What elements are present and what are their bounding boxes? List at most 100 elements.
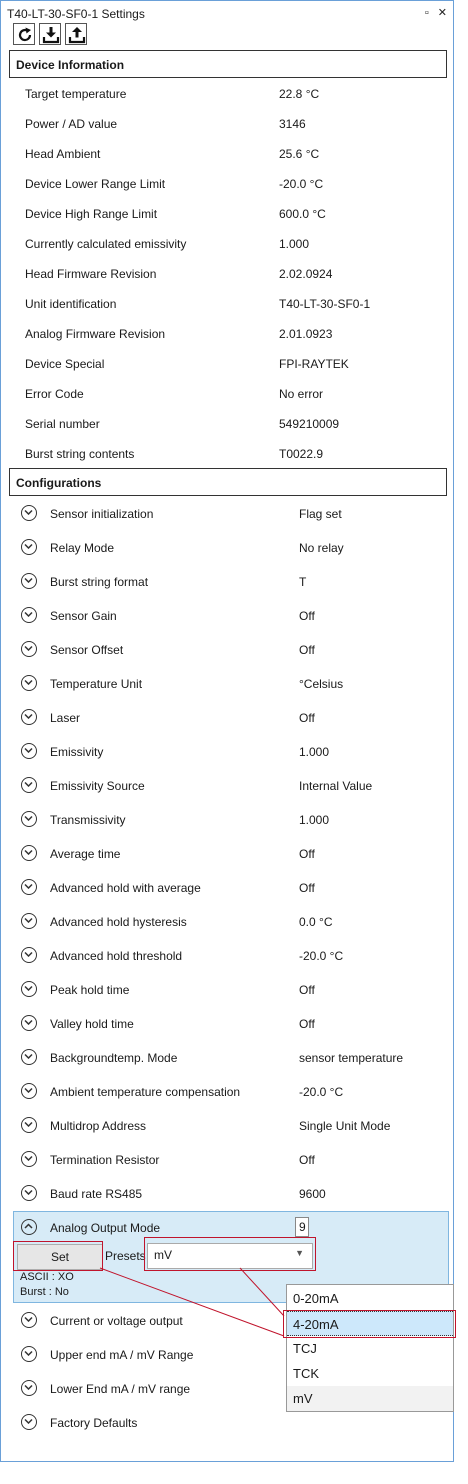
info-value: 3146 xyxy=(279,117,306,131)
download-icon xyxy=(42,27,60,44)
info-label: Head Firmware Revision xyxy=(25,267,157,281)
chevron-down-icon[interactable] xyxy=(21,777,37,793)
config-label: Ambient temperature compensation xyxy=(50,1085,241,1099)
config-label: Temperature Unit xyxy=(50,677,143,691)
config-row-factory-defaults[interactable]: Factory Defaults xyxy=(1,1414,451,1450)
chevron-down-icon[interactable] xyxy=(21,1015,37,1031)
dropdown-option-tck[interactable]: TCK xyxy=(287,1361,453,1386)
config-row-sensor-initialization[interactable]: Sensor initialization Flag set xyxy=(1,505,451,541)
config-row-emissivity[interactable]: Emissivity 1.000 xyxy=(1,743,451,779)
chevron-down-icon[interactable] xyxy=(21,1083,37,1099)
config-label: Current or voltage output xyxy=(50,1314,183,1328)
chevron-down-icon[interactable] xyxy=(21,1117,37,1133)
config-row-average-time[interactable]: Average time Off xyxy=(1,845,451,881)
chevron-down-icon[interactable] xyxy=(21,743,37,759)
chevron-down-icon[interactable] xyxy=(21,845,37,861)
config-row-valley-hold-time[interactable]: Valley hold time Off xyxy=(1,1015,451,1051)
config-row-transmissivity[interactable]: Transmissivity 1.000 xyxy=(1,811,451,847)
config-row-emissivity-source[interactable]: Emissivity Source Internal Value xyxy=(1,777,451,813)
config-value: 1.000 xyxy=(299,745,330,759)
chevron-down-icon[interactable] xyxy=(21,1151,37,1167)
config-row-advanced-hold-hysteresis[interactable]: Advanced hold hysteresis 0.0 °C xyxy=(1,913,451,949)
info-value: 22.8 °C xyxy=(279,87,320,101)
config-value: °Celsius xyxy=(299,677,344,691)
chevron-down-icon[interactable] xyxy=(21,1380,37,1396)
config-row-sensor-gain[interactable]: Sensor Gain Off xyxy=(1,607,451,643)
config-row-ambient-temperature-compensation[interactable]: Ambient temperature compensation -20.0 °C xyxy=(1,1083,451,1119)
config-label: Sensor initialization xyxy=(50,507,154,521)
config-row-termination-resistor[interactable]: Termination Resistor Off xyxy=(1,1151,451,1187)
config-value: -20.0 °C xyxy=(299,1085,344,1099)
config-value: 9600 xyxy=(299,1187,326,1201)
chevron-down-icon[interactable] xyxy=(21,641,37,657)
chevron-down-icon[interactable] xyxy=(21,709,37,725)
info-row-currently-calculated-emissivity: Currently calculated emissivity 1.000 xyxy=(1,237,451,267)
upload-icon xyxy=(68,27,86,44)
info-label: Head Ambient xyxy=(25,147,101,161)
chevron-down-icon[interactable] xyxy=(21,505,37,521)
download-button[interactable] xyxy=(39,23,61,45)
chevron-down-icon[interactable] xyxy=(21,675,37,691)
info-value: T40-LT-30-SF0-1 xyxy=(279,297,371,311)
config-label: Baud rate RS485 xyxy=(50,1187,143,1201)
chevron-down-icon[interactable] xyxy=(21,913,37,929)
config-row-multidrop-address[interactable]: Multidrop Address Single Unit Mode xyxy=(1,1117,451,1153)
config-label: Advanced hold hysteresis xyxy=(50,915,187,929)
config-label: Laser xyxy=(50,711,81,725)
info-label: Currently calculated emissivity xyxy=(25,237,187,251)
config-row-advanced-hold-with-average[interactable]: Advanced hold with average Off xyxy=(1,879,451,915)
upload-button[interactable] xyxy=(65,23,87,45)
info-label: Unit identification xyxy=(25,297,117,311)
config-row-backgroundtemp-mode[interactable]: Backgroundtemp. Mode sensor temperature xyxy=(1,1049,451,1085)
info-value: -20.0 °C xyxy=(279,177,324,191)
info-label: Burst string contents xyxy=(25,447,135,461)
info-row-error-code: Error Code No error xyxy=(1,387,451,417)
config-row-burst-string-format[interactable]: Burst string format T xyxy=(1,573,451,609)
dropdown-option-mv[interactable]: mV xyxy=(287,1386,453,1411)
dropdown-option-tcj[interactable]: TCJ xyxy=(287,1336,453,1361)
refresh-icon xyxy=(18,27,32,42)
info-value: 549210009 xyxy=(279,417,340,431)
config-row-temperature-unit[interactable]: Temperature Unit °Celsius xyxy=(1,675,451,711)
config-label: Advanced hold threshold xyxy=(50,949,183,963)
config-value: 0.0 °C xyxy=(299,915,333,929)
config-value: Off xyxy=(299,643,315,657)
info-label: Target temperature xyxy=(25,87,127,101)
config-label: Emissivity Source xyxy=(50,779,145,793)
config-row-sensor-offset[interactable]: Sensor Offset Off xyxy=(1,641,451,677)
chevron-down-icon[interactable] xyxy=(21,879,37,895)
chevron-down-icon[interactable] xyxy=(21,947,37,963)
chevron-down-icon[interactable] xyxy=(21,1414,37,1430)
dropdown-option-0-20ma[interactable]: 0-20mA xyxy=(287,1286,453,1311)
chevron-down-icon[interactable] xyxy=(21,1346,37,1362)
config-value: Off xyxy=(299,711,315,725)
info-label: Device Special xyxy=(25,357,105,371)
analog-output-number-field[interactable]: 9 xyxy=(295,1217,309,1237)
chevron-down-icon[interactable] xyxy=(21,607,37,623)
config-row-relay-mode[interactable]: Relay Mode No relay xyxy=(1,539,451,575)
chevron-down-icon[interactable] xyxy=(21,539,37,555)
info-label: Serial number xyxy=(25,417,100,431)
config-label: Factory Defaults xyxy=(50,1416,138,1430)
info-row-target-temperature: Target temperature 22.8 °C xyxy=(1,87,451,117)
refresh-button[interactable] xyxy=(13,23,35,45)
close-icon[interactable]: ✕ xyxy=(438,7,447,19)
info-value: 25.6 °C xyxy=(279,147,320,161)
chevron-down-icon[interactable] xyxy=(21,981,37,997)
config-label: Sensor Offset xyxy=(50,643,124,657)
config-label: Analog Output Mode xyxy=(50,1221,161,1235)
chevron-down-icon[interactable] xyxy=(21,811,37,827)
config-value: -20.0 °C xyxy=(299,949,344,963)
config-row-advanced-hold-threshold[interactable]: Advanced hold threshold -20.0 °C xyxy=(1,947,451,983)
info-label: Power / AD value xyxy=(25,117,118,131)
chevron-down-icon[interactable] xyxy=(21,1185,37,1201)
chevron-down-icon[interactable] xyxy=(21,1312,37,1328)
restore-icon[interactable]: ▫ xyxy=(425,7,429,19)
title-bar: T40-LT-30-SF0-1 Settings ▫ ✕ xyxy=(7,7,447,23)
chevron-up-icon[interactable] xyxy=(21,1219,37,1235)
config-row-laser[interactable]: Laser Off xyxy=(1,709,451,745)
config-row-peak-hold-time[interactable]: Peak hold time Off xyxy=(1,981,451,1017)
chevron-down-icon[interactable] xyxy=(21,1049,37,1065)
config-label: Multidrop Address xyxy=(50,1119,147,1133)
chevron-down-icon[interactable] xyxy=(21,573,37,589)
